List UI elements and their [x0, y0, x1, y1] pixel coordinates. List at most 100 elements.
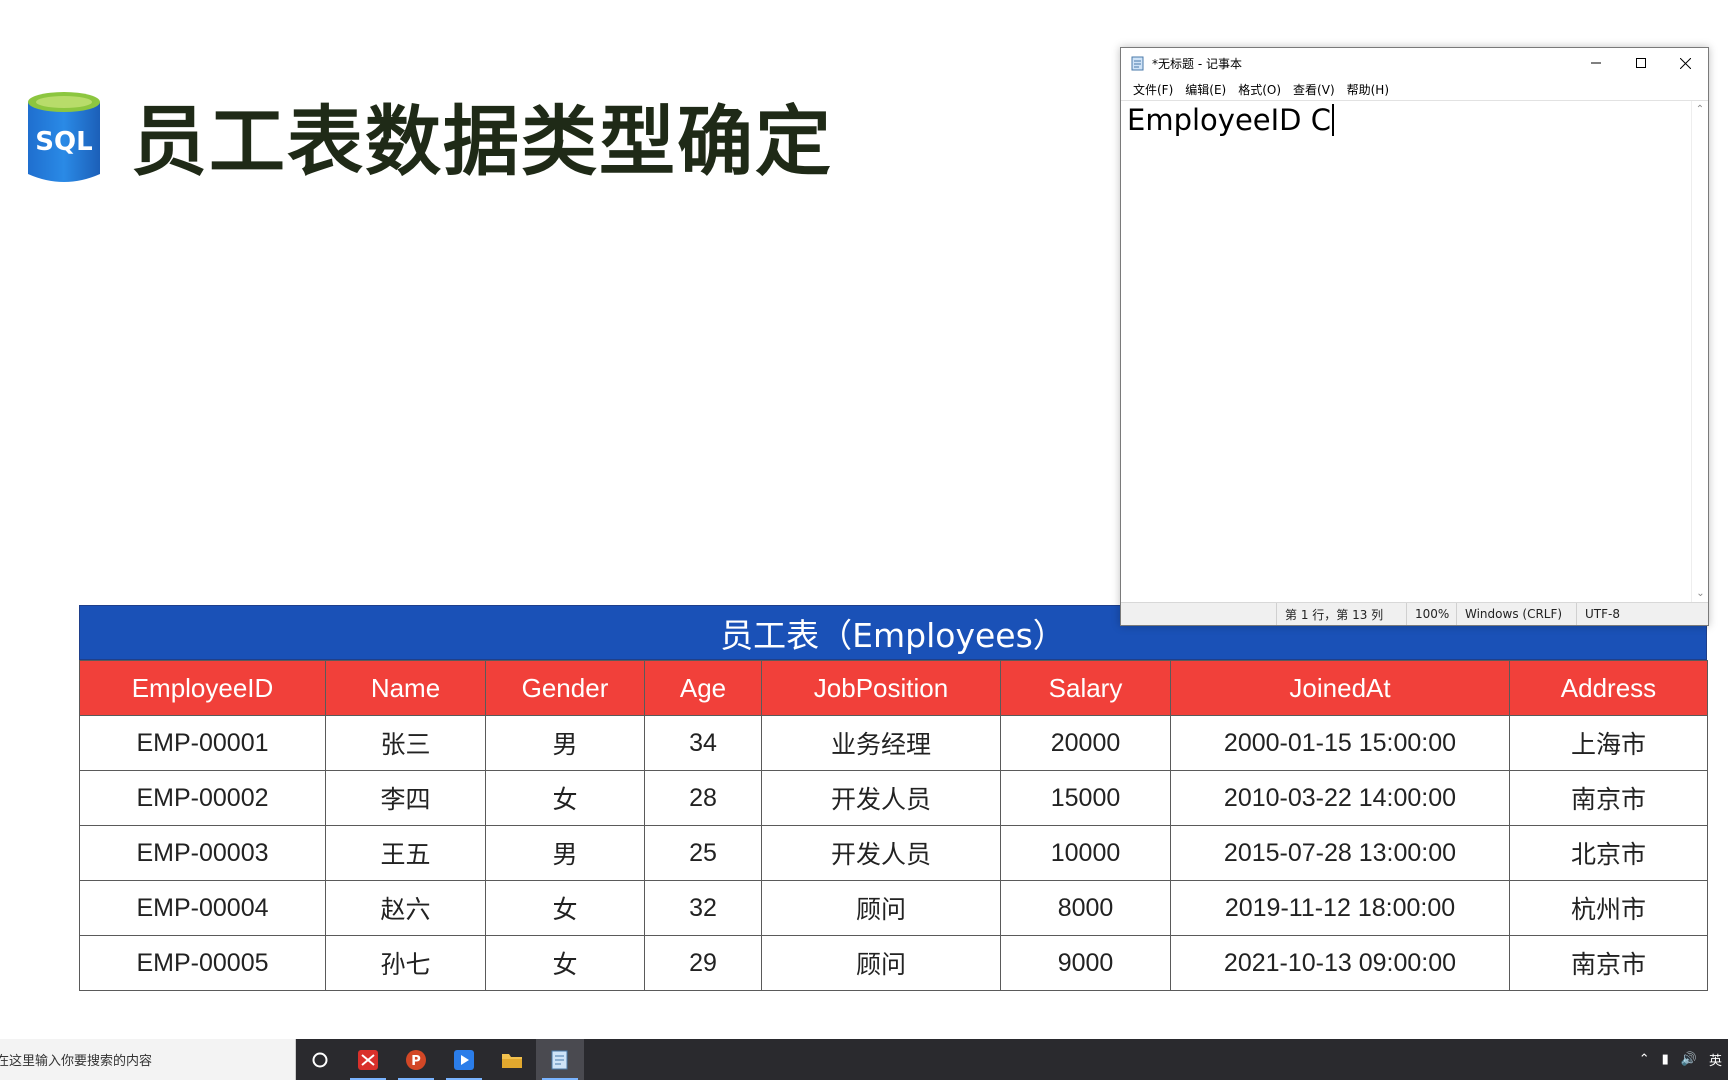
- menu-edit[interactable]: 编辑(E): [1179, 81, 1232, 98]
- table-cell: 2000-01-15 15:00:00: [1170, 715, 1510, 771]
- close-icon: [1680, 57, 1691, 69]
- column-header: Age: [644, 660, 762, 716]
- table-cell: 2021-10-13 09:00:00: [1170, 935, 1510, 991]
- notepad-window[interactable]: *无标题 - 记事本 文件(F) 编辑(E) 格式(O) 查看(V) 帮助(H)…: [1120, 47, 1709, 626]
- table-cell: 女: [485, 935, 645, 991]
- maximize-icon: [1635, 58, 1646, 68]
- table-cell: 34: [644, 715, 762, 771]
- video-player-icon: [454, 1049, 474, 1070]
- table-cell: 8000: [1000, 880, 1171, 936]
- minimize-icon: [1590, 62, 1601, 64]
- task-view-button[interactable]: [296, 1039, 344, 1080]
- battery-icon[interactable]: ▮: [1662, 1052, 1669, 1067]
- table-cell: 男: [485, 825, 645, 881]
- table-cell: 顾问: [761, 880, 1001, 936]
- column-header: JobPosition: [761, 660, 1001, 716]
- table-cell: EMP-00001: [79, 715, 326, 771]
- table-cell: 2015-07-28 13:00:00: [1170, 825, 1510, 881]
- taskbar-app-powerpoint[interactable]: P: [392, 1039, 440, 1080]
- cortana-circle-icon: [312, 1052, 328, 1067]
- notepad-content: EmployeeID C: [1127, 103, 1331, 137]
- table-cell: 上海市: [1509, 715, 1708, 771]
- menu-view[interactable]: 查看(V): [1287, 81, 1341, 98]
- table-cell: 开发人员: [761, 770, 1001, 826]
- taskbar: 在这里输入你要搜索的内容 P ⌃ ▮ 🔊 英: [0, 1039, 1728, 1080]
- menu-file[interactable]: 文件(F): [1127, 81, 1179, 98]
- table-row: EMP-00004 赵六 女 32 顾问 8000 2019-11-12 18:…: [79, 880, 1708, 936]
- notepad-menubar: 文件(F) 编辑(E) 格式(O) 查看(V) 帮助(H): [1121, 78, 1708, 100]
- tray-chevron-up-icon[interactable]: ⌃: [1639, 1052, 1650, 1067]
- table-cell: 女: [485, 770, 645, 826]
- column-header: Gender: [485, 660, 645, 716]
- employees-grid: EmployeeID Name Gender Age JobPosition S…: [79, 660, 1708, 991]
- sql-logo: SQL: [28, 92, 100, 182]
- table-row: EMP-00001 张三 男 34 业务经理 20000 2000-01-15 …: [79, 715, 1708, 771]
- menu-help[interactable]: 帮助(H): [1341, 81, 1395, 98]
- table-cell: 孙七: [325, 935, 486, 991]
- table-row: EMP-00005 孙七 女 29 顾问 9000 2021-10-13 09:…: [79, 935, 1708, 991]
- table-cell: 王五: [325, 825, 486, 881]
- wps-app-icon: [358, 1049, 378, 1070]
- system-tray: ⌃ ▮ 🔊 英: [1633, 1039, 1728, 1080]
- notepad-statusbar: 第 1 行，第 13 列 100% Windows (CRLF) UTF-8: [1121, 602, 1708, 625]
- input-language[interactable]: 英: [1709, 1050, 1722, 1069]
- table-cell: 15000: [1000, 770, 1171, 826]
- table-cell: 2019-11-12 18:00:00: [1170, 880, 1510, 936]
- close-button[interactable]: [1663, 48, 1708, 78]
- svg-text:P: P: [411, 1054, 421, 1069]
- table-cell: 南京市: [1509, 770, 1708, 826]
- table-cell: 顾问: [761, 935, 1001, 991]
- text-caret: [1331, 104, 1334, 136]
- table-cell: 男: [485, 715, 645, 771]
- table-cell: 28: [644, 770, 762, 826]
- notepad-title: *无标题 - 记事本: [1152, 56, 1242, 71]
- taskbar-app-notepad[interactable]: [536, 1039, 584, 1080]
- scroll-up-icon[interactable]: ⌃: [1692, 101, 1708, 118]
- minimize-button[interactable]: [1573, 48, 1618, 78]
- table-row: EMP-00003 王五 男 25 开发人员 10000 2015-07-28 …: [79, 825, 1708, 881]
- table-cell: 杭州市: [1509, 880, 1708, 936]
- taskbar-app-explorer[interactable]: [488, 1039, 536, 1080]
- table-header-row: EmployeeID Name Gender Age JobPosition S…: [79, 660, 1708, 716]
- table-cell: EMP-00004: [79, 880, 326, 936]
- scroll-down-icon[interactable]: ⌄: [1692, 585, 1709, 602]
- notepad-icon: [1131, 56, 1144, 71]
- table-cell: 北京市: [1509, 825, 1708, 881]
- status-encoding: UTF-8: [1576, 603, 1706, 625]
- table-cell: 张三: [325, 715, 486, 771]
- menu-format[interactable]: 格式(O): [1232, 81, 1287, 98]
- table-cell: 29: [644, 935, 762, 991]
- volume-icon[interactable]: 🔊: [1681, 1052, 1697, 1067]
- status-position: 第 1 行，第 13 列: [1276, 603, 1406, 625]
- column-header: Name: [325, 660, 486, 716]
- folder-icon: [502, 1053, 522, 1068]
- table-cell: 32: [644, 880, 762, 936]
- status-zoom: 100%: [1406, 603, 1456, 625]
- table-cell: EMP-00005: [79, 935, 326, 991]
- table-cell: 25: [644, 825, 762, 881]
- table-row: EMP-00002 李四 女 28 开发人员 15000 2010-03-22 …: [79, 770, 1708, 826]
- table-cell: EMP-00002: [79, 770, 326, 826]
- taskbar-app-wps[interactable]: [344, 1039, 392, 1080]
- column-header: Salary: [1000, 660, 1171, 716]
- notepad-text-area[interactable]: EmployeeID C ⌃ ⌄: [1121, 100, 1708, 602]
- column-header: JoinedAt: [1170, 660, 1510, 716]
- table-cell: 赵六: [325, 880, 486, 936]
- vertical-scrollbar[interactable]: ⌃ ⌄: [1691, 101, 1708, 602]
- employees-table: 员工表（Employees） EmployeeID Name Gender Ag…: [79, 605, 1708, 991]
- maximize-button[interactable]: [1618, 48, 1663, 78]
- taskbar-search-box[interactable]: 在这里输入你要搜索的内容: [0, 1039, 296, 1080]
- notepad-titlebar[interactable]: *无标题 - 记事本: [1121, 48, 1708, 78]
- table-cell: 女: [485, 880, 645, 936]
- table-cell: 开发人员: [761, 825, 1001, 881]
- search-placeholder: 在这里输入你要搜索的内容: [0, 1054, 153, 1069]
- status-line-ending: Windows (CRLF): [1456, 603, 1576, 625]
- table-cell: 20000: [1000, 715, 1171, 771]
- table-cell: 南京市: [1509, 935, 1708, 991]
- table-cell: EMP-00003: [79, 825, 326, 881]
- table-cell: 李四: [325, 770, 486, 826]
- logo-text: SQL: [35, 127, 92, 157]
- powerpoint-icon: P: [406, 1049, 426, 1070]
- taskbar-app-player[interactable]: [440, 1039, 488, 1080]
- notepad-app-icon: [551, 1050, 568, 1069]
